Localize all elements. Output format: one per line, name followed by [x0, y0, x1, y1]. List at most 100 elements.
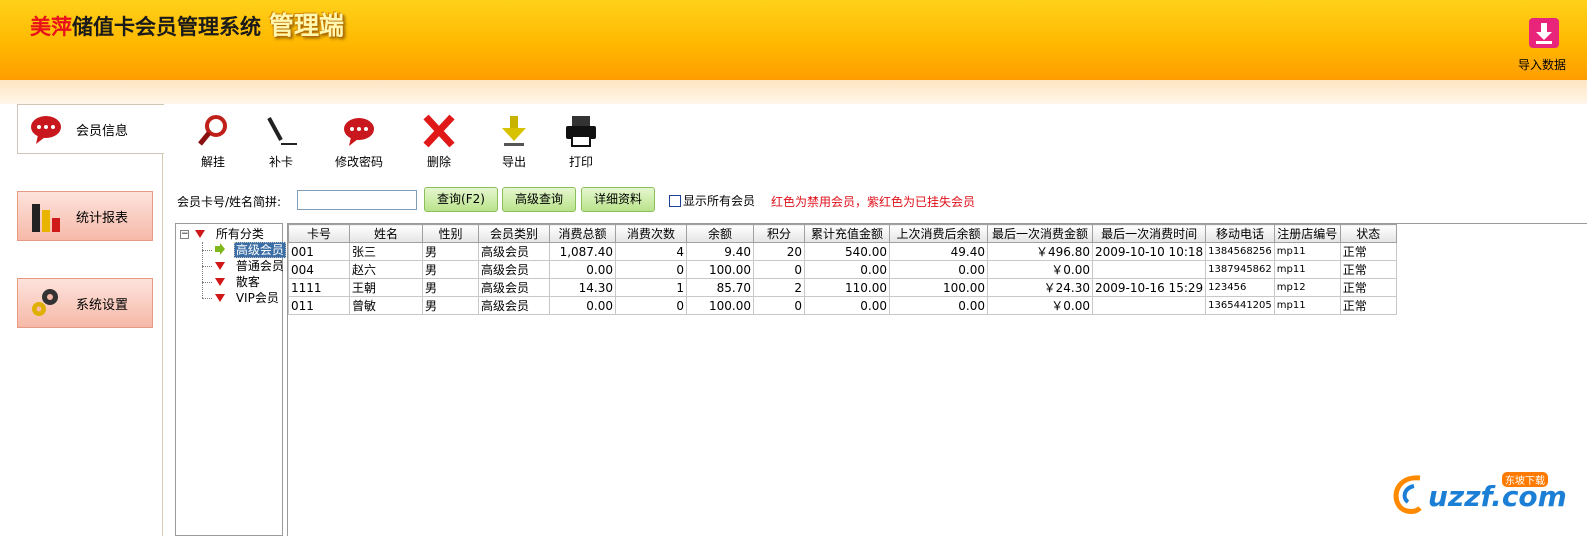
cell-last-time [1091, 260, 1207, 279]
cell-member-type: 高级会员 [478, 260, 550, 279]
tree-connector [202, 266, 212, 267]
tree-item-label: 散客 [235, 275, 260, 289]
table-row[interactable]: 1111 王朝 男 高级会员 14.30 1 85.70 2 110.00 10… [288, 278, 1397, 297]
nav-member-info[interactable]: 会员信息 [17, 104, 164, 154]
table-row[interactable]: 001 张三 男 高级会员 1,087.40 4 9.40 20 540.00 … [288, 242, 1397, 261]
tree-connector [202, 250, 212, 251]
table-row[interactable]: 004 赵六 男 高级会员 0.00 0 100.00 0 0.00 0.00 … [288, 260, 1397, 279]
cell-gender: 男 [422, 296, 479, 315]
query-button[interactable]: 查询(F2) [424, 187, 498, 212]
speech-bubble-icon [31, 116, 61, 144]
toolbar: 解挂 补卡 修改密码 删除 导出 打印 [163, 104, 1587, 176]
cell-status: 正常 [1339, 278, 1397, 297]
tree-item[interactable]: 普通会员 [214, 258, 284, 274]
column-header[interactable]: 积分 [753, 224, 805, 243]
tool-label: 补卡 [268, 155, 293, 169]
cell-total-spent: 0.00 [549, 260, 616, 279]
speech-bubble-icon [344, 118, 374, 146]
unlock-button[interactable]: 解挂 [195, 114, 231, 170]
member-table: 卡号 姓名 性别 会员类别 消费总额 消费次数 余额 积分 累计充值金额 上次消… [288, 224, 1397, 315]
tree-item-label: VIP会员 [235, 291, 279, 305]
search-input[interactable] [297, 190, 417, 210]
brand-product: 储值卡会员管理系统 [72, 15, 261, 39]
cell-total-recharge: 0.00 [804, 296, 890, 315]
cell-card-no: 1111 [288, 278, 350, 297]
cell-phone: 1365441205 [1205, 296, 1275, 315]
column-header[interactable]: 上次消费后余额 [889, 224, 988, 243]
cell-points: 20 [753, 242, 805, 261]
watermark-logo: uzzf.com 东坡下载 [1390, 470, 1567, 516]
cell-last-time: 2009-10-16 15:29 [1091, 278, 1207, 297]
tree-collapse-toggle[interactable]: − [180, 230, 189, 239]
column-header[interactable]: 最后一次消费时间 [1091, 224, 1207, 243]
column-header[interactable]: 会员类别 [478, 224, 550, 243]
tool-label: 解挂 [200, 155, 225, 169]
column-header[interactable]: 卡号 [288, 224, 350, 243]
download-icon [1529, 18, 1559, 48]
cell-total-spent: 0.00 [549, 296, 616, 315]
pen-icon [267, 117, 297, 145]
import-data-button[interactable]: 导入数据 [1512, 18, 1587, 74]
reissue-card-button[interactable]: 补卡 [263, 114, 299, 170]
table-row[interactable]: 011 曾敏 男 高级会员 0.00 0 100.00 0 0.00 0.00 … [288, 296, 1397, 315]
cell-visit-count: 4 [615, 242, 687, 261]
nav-settings[interactable]: 系统设置 [17, 278, 153, 328]
app-title: 美萍储值卡会员管理系统 管理端 [30, 6, 344, 42]
down-arrow-icon [502, 116, 526, 146]
cell-last-amount: ￥496.80 [987, 242, 1093, 261]
cell-prev-balance: 0.00 [889, 296, 988, 315]
tree-root[interactable]: 所有分类 [194, 226, 264, 242]
cell-gender: 男 [422, 278, 479, 297]
delete-button[interactable]: 删除 [421, 114, 457, 170]
tool-label: 打印 [568, 155, 593, 169]
column-header[interactable]: 状态 [1339, 224, 1397, 243]
cell-member-type: 高级会员 [478, 296, 550, 315]
tree-item[interactable]: 散客 [214, 274, 260, 290]
advanced-query-button[interactable]: 高级查询 [502, 187, 576, 212]
cell-total-spent: 14.30 [549, 278, 616, 297]
cell-name: 张三 [349, 242, 423, 261]
logo-swirl-icon [1393, 475, 1422, 514]
cell-visit-count: 1 [615, 278, 687, 297]
show-all-checkbox[interactable] [669, 195, 681, 207]
cell-last-time: 2009-10-10 10:18 [1091, 242, 1207, 261]
column-header[interactable]: 消费次数 [615, 224, 687, 243]
cell-phone: 123456 [1205, 278, 1275, 297]
change-password-button[interactable]: 修改密码 [335, 114, 383, 170]
column-header[interactable]: 消费总额 [549, 224, 616, 243]
tree-item[interactable]: 高级会员 [214, 242, 286, 258]
nav-statistics[interactable]: 统计报表 [17, 191, 153, 241]
nav-label: 会员信息 [76, 123, 129, 139]
cell-total-recharge: 540.00 [804, 242, 890, 261]
cell-points: 0 [753, 260, 805, 279]
cell-card-no: 011 [288, 296, 350, 315]
bar-chart-icon [32, 204, 60, 232]
cell-card-no: 001 [288, 242, 350, 261]
print-button[interactable]: 打印 [563, 114, 599, 170]
cell-prev-balance: 0.00 [889, 260, 988, 279]
column-header[interactable]: 余额 [686, 224, 754, 243]
category-tree: − 所有分类 高级会员 普通会员 散客 VIP会员 [175, 223, 286, 536]
details-button[interactable]: 详细资料 [581, 187, 655, 212]
cell-name: 王朝 [349, 278, 423, 297]
tool-label: 删除 [426, 155, 451, 169]
column-header[interactable]: 累计充值金额 [804, 224, 890, 243]
cell-points: 2 [753, 278, 805, 297]
column-header[interactable]: 移动电话 [1205, 224, 1275, 243]
show-all-toggle[interactable]: 显示所有会员 [669, 192, 755, 209]
tree-item[interactable]: VIP会员 [214, 290, 279, 306]
cell-card-no: 004 [288, 260, 350, 279]
tool-label: 修改密码 [335, 155, 384, 169]
cell-visit-count: 0 [615, 296, 687, 315]
red-down-arrow-icon [215, 262, 225, 270]
column-header[interactable]: 最后一次消费金额 [987, 224, 1093, 243]
red-x-icon [423, 114, 455, 148]
cell-status: 正常 [1339, 260, 1397, 279]
column-header[interactable]: 性别 [422, 224, 479, 243]
red-down-arrow-icon [195, 230, 205, 238]
column-header[interactable]: 注册店编号 [1273, 224, 1341, 243]
cell-gender: 男 [422, 260, 479, 279]
column-header[interactable]: 姓名 [349, 224, 423, 243]
cell-last-time [1091, 296, 1207, 315]
export-button[interactable]: 导出 [496, 114, 532, 170]
